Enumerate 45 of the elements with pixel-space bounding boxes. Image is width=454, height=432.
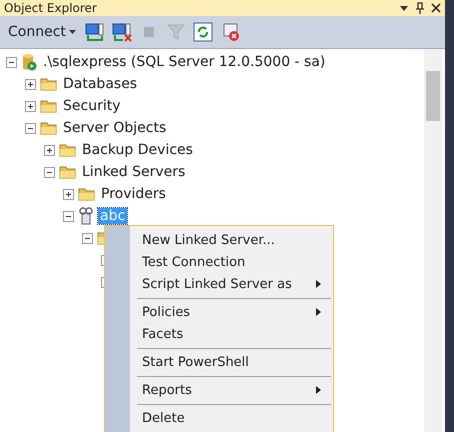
menu-item[interactable]: Policies bbox=[105, 301, 333, 323]
panel-title: Object Explorer bbox=[4, 1, 97, 15]
collapse-icon[interactable] bbox=[25, 122, 36, 134]
folder-icon bbox=[40, 99, 57, 113]
collapse-icon[interactable] bbox=[82, 232, 93, 244]
scrollbar[interactable] bbox=[424, 49, 442, 432]
pin-icon[interactable] bbox=[415, 2, 425, 14]
close-icon[interactable] bbox=[431, 3, 441, 13]
server-icon bbox=[21, 53, 37, 71]
menu-item[interactable]: Test Connection bbox=[105, 251, 333, 273]
tree-item[interactable]: .\sqlexpress (SQL Server 12.0.5000 - sa) bbox=[41, 54, 328, 70]
connect-button[interactable]: Connect bbox=[6, 22, 79, 42]
tree-item[interactable]: Databases bbox=[61, 76, 140, 92]
tree-item[interactable]: Server Objects bbox=[61, 120, 168, 136]
collapse-icon[interactable] bbox=[63, 210, 74, 222]
tree-item[interactable]: Backup Devices bbox=[80, 142, 195, 158]
folder-icon bbox=[59, 143, 76, 157]
caret-icon bbox=[68, 29, 77, 35]
tree-item[interactable]: Linked Servers bbox=[80, 164, 188, 180]
folder-icon bbox=[40, 77, 57, 91]
tree-item[interactable]: Security bbox=[61, 98, 122, 114]
expand-icon[interactable] bbox=[63, 188, 74, 200]
expand-icon[interactable] bbox=[25, 100, 36, 112]
menu-item[interactable]: Delete bbox=[105, 407, 333, 429]
refresh-icon[interactable] bbox=[192, 21, 214, 43]
collapse-icon[interactable] bbox=[6, 56, 17, 68]
submenu-arrow-icon bbox=[316, 308, 321, 316]
submenu-arrow-icon bbox=[316, 280, 321, 288]
menu-item[interactable]: Start PowerShell bbox=[105, 351, 333, 373]
menu-item[interactable]: New Linked Server... bbox=[105, 229, 333, 251]
connect-icon[interactable] bbox=[84, 21, 106, 43]
menu-item[interactable]: Script Linked Server as bbox=[105, 273, 333, 295]
folder-icon bbox=[40, 121, 57, 135]
disconnect-icon[interactable] bbox=[110, 21, 133, 43]
folder-icon bbox=[59, 165, 76, 179]
menu-item[interactable]: Facets bbox=[105, 323, 333, 345]
expand-icon[interactable] bbox=[25, 78, 36, 90]
menu-item[interactable]: Reports bbox=[105, 379, 333, 401]
submenu-arrow-icon bbox=[316, 386, 321, 394]
tree-item[interactable]: Providers bbox=[99, 186, 168, 202]
expand-icon[interactable] bbox=[44, 144, 55, 156]
dropdown-icon[interactable] bbox=[399, 3, 409, 13]
folder-icon bbox=[78, 187, 95, 201]
linked-server-icon bbox=[78, 207, 94, 225]
collapse-icon[interactable] bbox=[44, 166, 55, 178]
